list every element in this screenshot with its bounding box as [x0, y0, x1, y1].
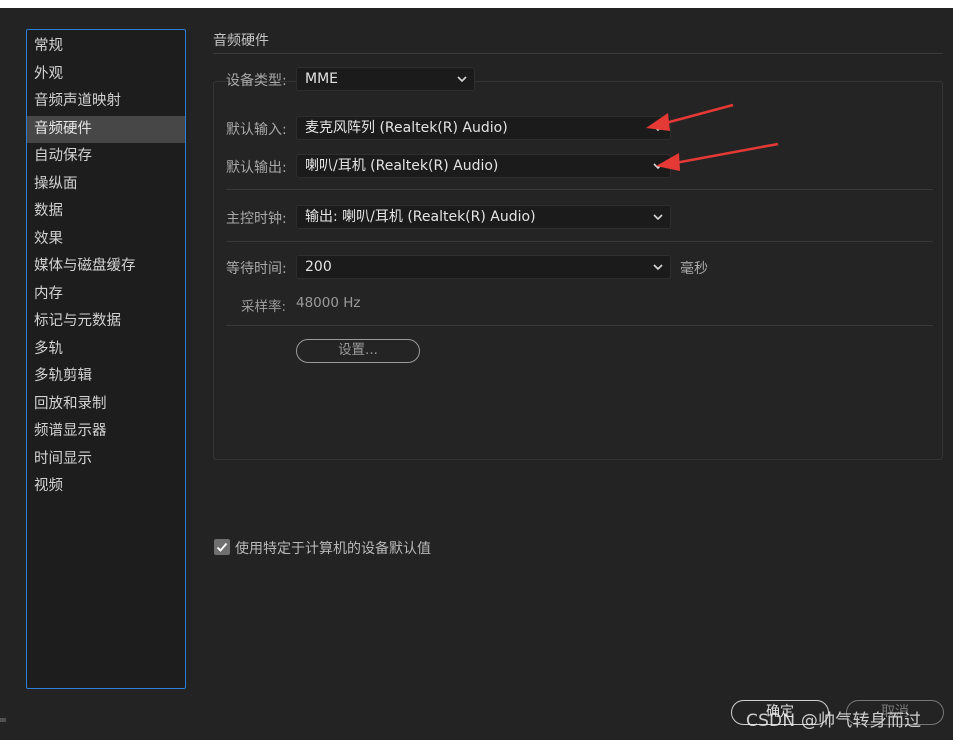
latency-dropdown[interactable]: 200 [296, 255, 671, 279]
device-type-value: MME [305, 71, 339, 87]
machine-defaults-checkbox[interactable] [214, 539, 230, 555]
default-output-label: 默认输出: [226, 160, 287, 176]
sidebar-item-auto-save[interactable]: 自动保存 [27, 143, 185, 171]
default-input-label: 默认输入: [226, 122, 287, 138]
chevron-down-icon [652, 117, 664, 139]
sample-rate-label: 采样率: [241, 299, 287, 315]
device-type-dropdown[interactable]: MME [296, 67, 475, 91]
machine-defaults-label: 使用特定于计算机的设备默认值 [235, 541, 431, 557]
watermark: CSDN @帅气转身而过 [746, 711, 922, 731]
sidebar-item-spectral-display[interactable]: 频谱显示器 [27, 418, 185, 446]
section-divider [213, 53, 943, 54]
sidebar-item-appearance[interactable]: 外观 [27, 61, 185, 89]
latency-unit: 毫秒 [680, 261, 708, 277]
sidebar-item-multitrack[interactable]: 多轨 [27, 336, 185, 364]
chevron-down-icon [652, 256, 664, 278]
default-input-value: 麦克风阵列 (Realtek(R) Audio) [305, 120, 508, 136]
master-clock-value: 输出: 喇叭/耳机 (Realtek(R) Audio) [305, 209, 536, 225]
sidebar-item-control-surface[interactable]: 操纵面 [27, 171, 185, 199]
sidebar-item-video[interactable]: 视频 [27, 473, 185, 501]
preferences-sidebar: 常规 外观 音频声道映射 音频硬件 自动保存 操纵面 数据 效果 媒体与磁盘缓存… [26, 29, 186, 689]
sample-rate-value: 48000 Hz [296, 295, 361, 311]
sidebar-item-markers-metadata[interactable]: 标记与元数据 [27, 308, 185, 336]
default-output-dropdown[interactable]: 喇叭/耳机 (Realtek(R) Audio) [296, 154, 671, 178]
panel-divider [226, 189, 933, 190]
master-clock-label: 主控时钟: [226, 211, 287, 227]
sidebar-item-playback-recording[interactable]: 回放和录制 [27, 391, 185, 419]
latency-label: 等待时间: [226, 261, 287, 277]
default-input-dropdown[interactable]: 麦克风阵列 (Realtek(R) Audio) [296, 116, 671, 140]
panel-divider [226, 325, 933, 326]
checkmark-icon [216, 542, 228, 552]
edge-mark [0, 718, 6, 722]
sidebar-item-multitrack-clips[interactable]: 多轨剪辑 [27, 363, 185, 391]
section-title: 音频硬件 [213, 33, 269, 49]
window-top-strip [0, 0, 953, 8]
chevron-down-icon [652, 155, 664, 177]
sidebar-item-time-display[interactable]: 时间显示 [27, 446, 185, 474]
default-output-value: 喇叭/耳机 (Realtek(R) Audio) [305, 158, 499, 174]
sidebar-item-effects[interactable]: 效果 [27, 226, 185, 254]
settings-button[interactable]: 设置... [296, 339, 420, 363]
sidebar-item-memory[interactable]: 内存 [27, 281, 185, 309]
latency-value: 200 [305, 259, 332, 275]
sidebar-item-media-disk-cache[interactable]: 媒体与磁盘缓存 [27, 253, 185, 281]
master-clock-dropdown[interactable]: 输出: 喇叭/耳机 (Realtek(R) Audio) [296, 205, 671, 229]
sidebar-item-audio-hardware[interactable]: 音频硬件 [27, 115, 185, 143]
chevron-down-icon [456, 68, 468, 90]
chevron-down-icon [652, 206, 664, 228]
sidebar-item-data[interactable]: 数据 [27, 198, 185, 226]
panel-divider [226, 241, 933, 242]
device-type-label: 设备类型: [226, 73, 287, 89]
sidebar-item-general[interactable]: 常规 [27, 33, 185, 61]
sidebar-item-audio-channel-mapping[interactable]: 音频声道映射 [27, 88, 185, 116]
